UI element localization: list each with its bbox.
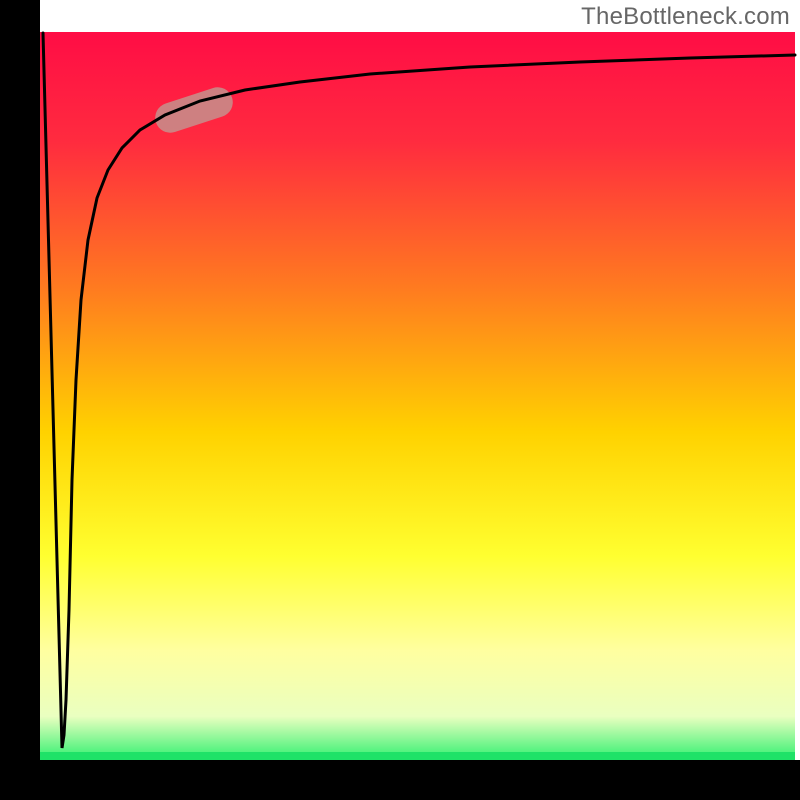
frame-bottom [0,760,800,800]
watermark-text: TheBottleneck.com [581,3,790,31]
plot-gradient-background [40,32,795,760]
chart-stage: TheBottleneck.com [0,0,800,800]
frame-left [0,0,40,800]
chart-svg [0,0,800,800]
plot-bottom-strip [40,752,795,760]
